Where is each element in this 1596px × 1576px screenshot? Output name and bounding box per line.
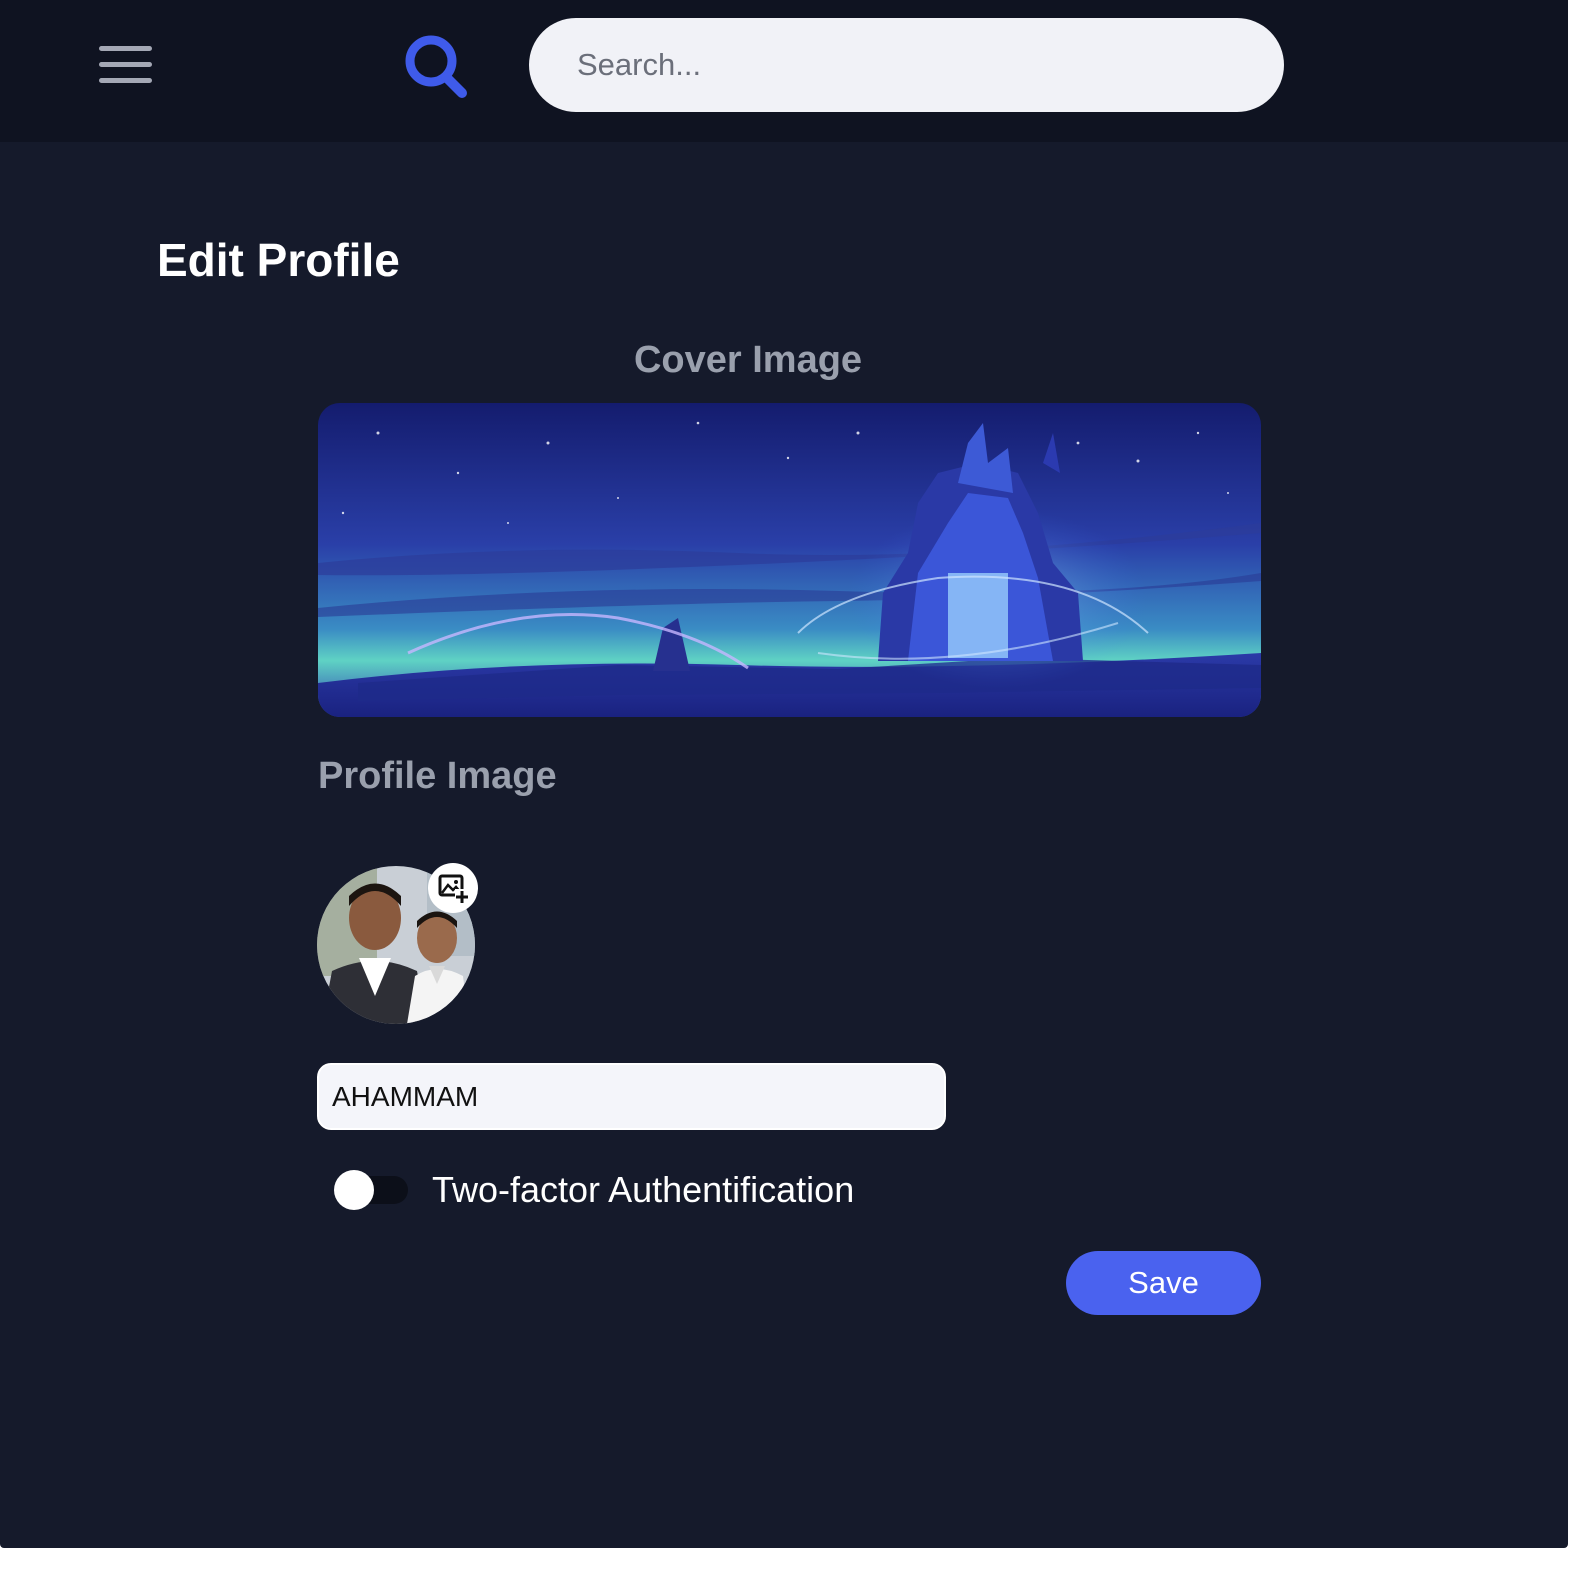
add-photo-icon[interactable] (428, 863, 478, 913)
menu-line (99, 62, 152, 67)
search-field (529, 18, 1284, 112)
top-bar (0, 0, 1568, 142)
hamburger-menu-icon[interactable] (96, 40, 156, 90)
profile-image-label: Profile Image (318, 755, 557, 797)
page-title: Edit Profile (157, 234, 400, 286)
search-icon[interactable] (400, 30, 472, 102)
two-factor-label: Two-factor Authentification (432, 1169, 855, 1210)
toggle-knob (334, 1170, 374, 1210)
name-field (317, 1063, 946, 1130)
two-factor-toggle[interactable] (334, 1170, 408, 1210)
search-input[interactable] (529, 18, 1284, 112)
save-button[interactable]: Save (1066, 1251, 1261, 1315)
cover-image[interactable] (318, 403, 1261, 717)
menu-line (99, 78, 152, 83)
cover-image-label: Cover Image (633, 339, 863, 381)
menu-line (99, 46, 152, 51)
app-window: Edit Profile Cover Image (0, 0, 1568, 1548)
name-input[interactable] (319, 1065, 944, 1128)
